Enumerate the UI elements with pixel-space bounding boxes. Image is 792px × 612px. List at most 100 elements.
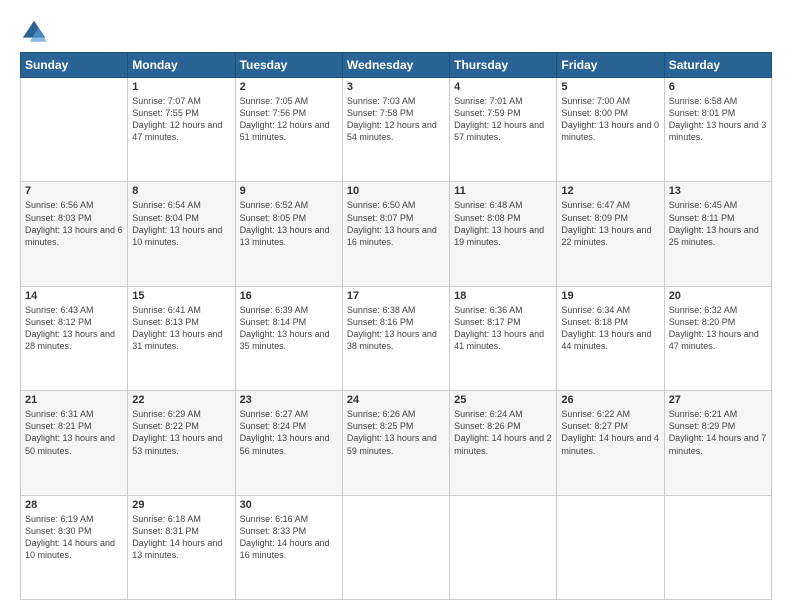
calendar-cell: 28 Sunrise: 6:19 AMSunset: 8:30 PMDayligh… [21,495,128,599]
weekday-header-sunday: Sunday [21,53,128,78]
day-number: 11 [454,185,552,197]
day-detail: Sunrise: 6:47 AMSunset: 8:09 PMDaylight:… [561,199,659,248]
calendar-cell: 19Sunrise: 6:34 AMSunset: 8:18 PMDayligh… [557,286,664,390]
day-number: 5 [561,81,659,93]
calendar-cell: 4 Sunrise: 7:01 AMSunset: 7:59 PMDaylight… [450,78,557,182]
day-detail: Sunrise: 6:56 AMSunset: 8:03 PMDaylight:… [25,199,123,248]
week-row-3: 14 Sunrise: 6:43 AMSunset: 8:12 PMDayligh… [21,286,772,390]
day-detail: Sunrise: 7:01 AMSunset: 7:59 PMDaylight:… [454,95,552,144]
day-number: 16 [240,290,338,302]
day-detail: Sunrise: 6:43 AMSunset: 8:12 PMDaylight:… [25,304,123,353]
day-number: 2 [240,81,338,93]
calendar-cell: 18Sunrise: 6:36 AMSunset: 8:17 PMDayligh… [450,286,557,390]
day-detail: Sunrise: 6:27 AMSunset: 8:24 PMDaylight:… [240,408,338,457]
day-number: 1 [132,81,230,93]
day-number: 14 [25,290,123,302]
weekday-header-friday: Friday [557,53,664,78]
weekday-header-tuesday: Tuesday [235,53,342,78]
weekday-header-row: SundayMondayTuesdayWednesdayThursdayFrid… [21,53,772,78]
logo-icon [20,18,48,46]
weekday-header-thursday: Thursday [450,53,557,78]
week-row-4: 21 Sunrise: 6:31 AMSunset: 8:21 PMDayligh… [21,391,772,495]
day-detail: Sunrise: 6:36 AMSunset: 8:17 PMDaylight:… [454,304,552,353]
day-detail: Sunrise: 6:22 AMSunset: 8:27 PMDaylight:… [561,408,659,457]
calendar-table: SundayMondayTuesdayWednesdayThursdayFrid… [20,52,772,600]
day-detail: Sunrise: 6:41 AMSunset: 8:13 PMDaylight:… [132,304,230,353]
day-detail: Sunrise: 6:52 AMSunset: 8:05 PMDaylight:… [240,199,338,248]
day-number: 3 [347,81,445,93]
calendar-cell: 8 Sunrise: 6:54 AMSunset: 8:04 PMDaylight… [128,182,235,286]
day-detail: Sunrise: 6:19 AMSunset: 8:30 PMDaylight:… [25,513,123,562]
day-number: 30 [240,499,338,511]
calendar-cell: 9 Sunrise: 6:52 AMSunset: 8:05 PMDaylight… [235,182,342,286]
day-number: 20 [669,290,767,302]
day-number: 9 [240,185,338,197]
weekday-header-saturday: Saturday [664,53,771,78]
logo [20,18,52,46]
calendar-cell [664,495,771,599]
day-detail: Sunrise: 6:58 AMSunset: 8:01 PMDaylight:… [669,95,767,144]
day-number: 4 [454,81,552,93]
calendar-cell: 3Sunrise: 7:03 AMSunset: 7:58 PMDaylight… [342,78,449,182]
calendar-cell: 14 Sunrise: 6:43 AMSunset: 8:12 PMDayligh… [21,286,128,390]
calendar-cell: 7 Sunrise: 6:56 AMSunset: 8:03 PMDaylight… [21,182,128,286]
day-detail: Sunrise: 6:50 AMSunset: 8:07 PMDaylight:… [347,199,445,248]
day-detail: Sunrise: 6:48 AMSunset: 8:08 PMDaylight:… [454,199,552,248]
day-number: 12 [561,185,659,197]
page: SundayMondayTuesdayWednesdayThursdayFrid… [0,0,792,612]
day-detail: Sunrise: 7:00 AMSunset: 8:00 PMDaylight:… [561,95,659,144]
calendar-cell: 10Sunrise: 6:50 AMSunset: 8:07 PMDayligh… [342,182,449,286]
weekday-header-monday: Monday [128,53,235,78]
header [20,18,772,46]
day-detail: Sunrise: 6:54 AMSunset: 8:04 PMDaylight:… [132,199,230,248]
day-number: 7 [25,185,123,197]
day-number: 27 [669,394,767,406]
day-detail: Sunrise: 6:31 AMSunset: 8:21 PMDaylight:… [25,408,123,457]
calendar-cell: 13 Sunrise: 6:45 AMSunset: 8:11 PMDayligh… [664,182,771,286]
day-number: 23 [240,394,338,406]
day-number: 29 [132,499,230,511]
day-detail: Sunrise: 6:24 AMSunset: 8:26 PMDaylight:… [454,408,552,457]
day-detail: Sunrise: 6:16 AMSunset: 8:33 PMDaylight:… [240,513,338,562]
calendar-cell: 30 Sunrise: 6:16 AMSunset: 8:33 PMDayligh… [235,495,342,599]
day-number: 8 [132,185,230,197]
calendar-cell: 23 Sunrise: 6:27 AMSunset: 8:24 PMDayligh… [235,391,342,495]
calendar-cell: 2Sunrise: 7:05 AMSunset: 7:56 PMDaylight… [235,78,342,182]
calendar-cell [450,495,557,599]
calendar-cell: 15 Sunrise: 6:41 AMSunset: 8:13 PMDayligh… [128,286,235,390]
day-number: 15 [132,290,230,302]
day-detail: Sunrise: 6:26 AMSunset: 8:25 PMDaylight:… [347,408,445,457]
calendar-cell [342,495,449,599]
day-number: 25 [454,394,552,406]
calendar-cell: 27 Sunrise: 6:21 AMSunset: 8:29 PMDayligh… [664,391,771,495]
week-row-2: 7 Sunrise: 6:56 AMSunset: 8:03 PMDaylight… [21,182,772,286]
calendar-cell: 5 Sunrise: 7:00 AMSunset: 8:00 PMDaylight… [557,78,664,182]
week-row-5: 28 Sunrise: 6:19 AMSunset: 8:30 PMDayligh… [21,495,772,599]
day-detail: Sunrise: 6:21 AMSunset: 8:29 PMDaylight:… [669,408,767,457]
calendar-cell: 20 Sunrise: 6:32 AMSunset: 8:20 PMDayligh… [664,286,771,390]
day-number: 19 [561,290,659,302]
day-number: 24 [347,394,445,406]
calendar-cell [557,495,664,599]
calendar-cell: 29 Sunrise: 6:18 AMSunset: 8:31 PMDayligh… [128,495,235,599]
day-detail: Sunrise: 6:29 AMSunset: 8:22 PMDaylight:… [132,408,230,457]
calendar-cell [21,78,128,182]
day-number: 26 [561,394,659,406]
day-detail: Sunrise: 7:07 AMSunset: 7:55 PMDaylight:… [132,95,230,144]
calendar-cell: 16Sunrise: 6:39 AMSunset: 8:14 PMDayligh… [235,286,342,390]
day-number: 21 [25,394,123,406]
day-detail: Sunrise: 6:32 AMSunset: 8:20 PMDaylight:… [669,304,767,353]
day-detail: Sunrise: 6:18 AMSunset: 8:31 PMDaylight:… [132,513,230,562]
week-row-1: 1 Sunrise: 7:07 AMSunset: 7:55 PMDaylight… [21,78,772,182]
day-detail: Sunrise: 6:38 AMSunset: 8:16 PMDaylight:… [347,304,445,353]
day-number: 13 [669,185,767,197]
calendar-cell: 12 Sunrise: 6:47 AMSunset: 8:09 PMDayligh… [557,182,664,286]
day-detail: Sunrise: 6:45 AMSunset: 8:11 PMDaylight:… [669,199,767,248]
calendar-cell: 26 Sunrise: 6:22 AMSunset: 8:27 PMDayligh… [557,391,664,495]
day-number: 17 [347,290,445,302]
calendar-cell: 1 Sunrise: 7:07 AMSunset: 7:55 PMDaylight… [128,78,235,182]
calendar-cell: 11 Sunrise: 6:48 AMSunset: 8:08 PMDayligh… [450,182,557,286]
day-number: 6 [669,81,767,93]
calendar-cell: 22Sunrise: 6:29 AMSunset: 8:22 PMDayligh… [128,391,235,495]
day-number: 28 [25,499,123,511]
